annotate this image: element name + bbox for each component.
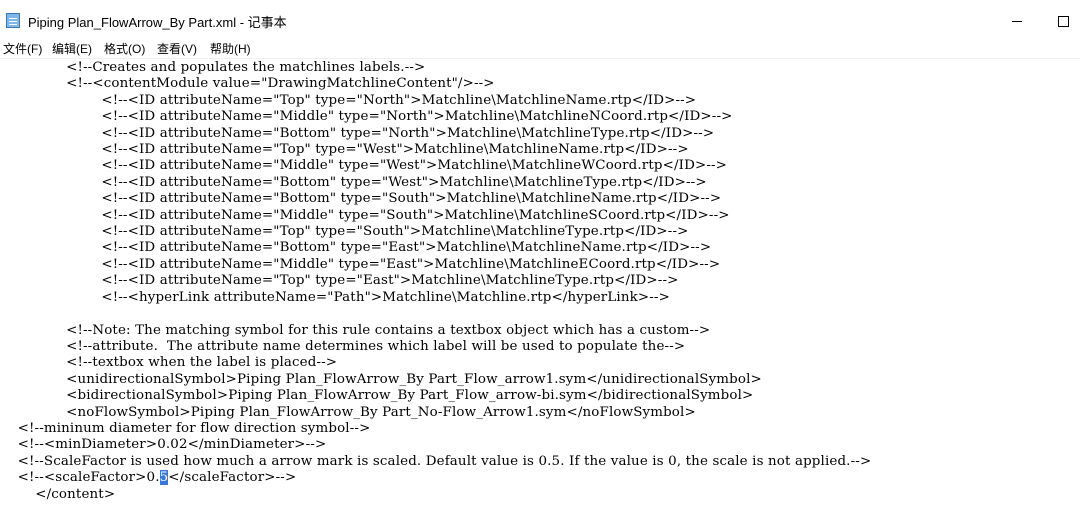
- line-text: <!--<scaleFactor>0.: [0, 470, 160, 485]
- line-text: </scaleFactor>-->: [168, 470, 297, 485]
- editor-line: <!--<contentModule value="DrawingMatchli…: [0, 76, 495, 91]
- menu-help[interactable]: 帮助(H): [210, 40, 251, 57]
- menu-file[interactable]: 文件(F): [3, 40, 42, 57]
- menu-format[interactable]: 格式(O): [104, 40, 145, 57]
- editor-line: </content>: [0, 487, 116, 502]
- minimize-button[interactable]: [994, 8, 1040, 32]
- editor-line: <!--<ID attributeName="Middle" type="Nor…: [0, 109, 733, 124]
- editor-line: <!--<ID attributeName="Top" type="East">…: [0, 273, 679, 288]
- editor-line: <!--<ID attributeName="Top" type="North"…: [0, 93, 697, 108]
- editor-line: <!--<ID attributeName="Middle" type="Wes…: [0, 158, 728, 173]
- editor-line: <!--<hyperLink attributeName="Path">Matc…: [0, 290, 670, 305]
- editor-line: <!--attribute. The attribute name determ…: [0, 339, 686, 354]
- editor-line: <!--Creates and populates the matchlines…: [0, 60, 426, 75]
- editor-line: <!--<ID attributeName="Bottom" type="Nor…: [0, 126, 715, 141]
- editor-line: <bidirectionalSymbol>Piping Plan_FlowArr…: [0, 388, 754, 403]
- title-bar: Piping Plan_FlowArrow_By Part.xml - 记事本: [0, 0, 1080, 38]
- editor-line: <!--textbox when the label is placed-->: [0, 355, 338, 370]
- minimize-icon: [1012, 20, 1022, 22]
- editor-line: <!--<ID attributeName="Middle" type="Eas…: [0, 257, 721, 272]
- notepad-icon: [6, 13, 20, 28]
- editor-line-scale-factor: <!--<scaleFactor>0.5</scaleFactor>-->: [0, 470, 296, 486]
- editor-line: <!--<ID attributeName="Bottom" type="Eas…: [0, 240, 712, 255]
- editor-line: <!--mininum diameter for flow direction …: [0, 421, 371, 436]
- editor-line: <!--<ID attributeName="Bottom" type="Sou…: [0, 191, 722, 206]
- editor-line: <!--<ID attributeName="Middle" type="Sou…: [0, 208, 730, 223]
- text-selection[interactable]: 5: [159, 470, 169, 485]
- text-editor[interactable]: <!--Creates and populates the matchlines…: [0, 59, 1080, 530]
- editor-line: <!--ScaleFactor is used how much a arrow…: [0, 454, 872, 469]
- menu-view[interactable]: 查看(V): [157, 40, 197, 57]
- window-title: Piping Plan_FlowArrow_By Part.xml - 记事本: [28, 15, 287, 30]
- maximize-button[interactable]: [1040, 8, 1080, 32]
- maximize-icon: [1057, 15, 1069, 27]
- editor-line: <!--<ID attributeName="Top" type="South"…: [0, 224, 689, 239]
- editor-line: <noFlowSymbol>Piping Plan_FlowArrow_By P…: [0, 405, 696, 420]
- editor-line: <!--<ID attributeName="Bottom" type="Wes…: [0, 175, 707, 190]
- editor-line: <!--<minDiameter>0.02</minDiameter>-->: [0, 437, 327, 452]
- menu-edit[interactable]: 编辑(E): [52, 40, 92, 57]
- editor-line: <unidirectionalSymbol>Piping Plan_FlowAr…: [0, 372, 762, 387]
- editor-line: <!--<ID attributeName="Top" type="West">…: [0, 142, 689, 157]
- menu-bar: 文件(F) 编辑(E) 格式(O) 查看(V) 帮助(H): [0, 38, 1080, 59]
- editor-line: <!--Note: The matching symbol for this r…: [0, 323, 711, 338]
